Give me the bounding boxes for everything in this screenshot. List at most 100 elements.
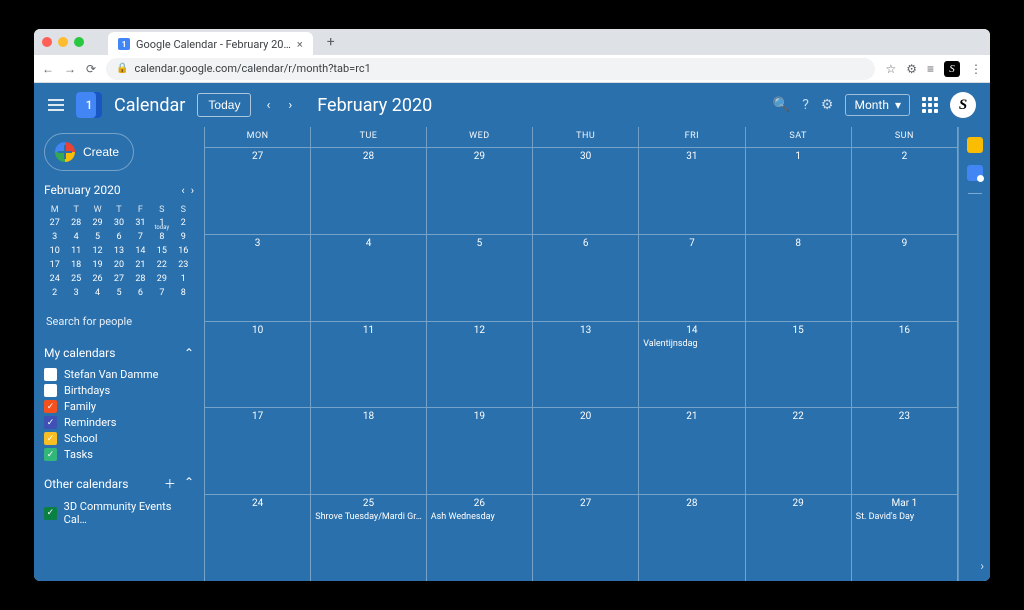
collapse-icon[interactable]: ⌃ bbox=[184, 346, 194, 360]
view-selector[interactable]: Month ▾ bbox=[845, 94, 910, 116]
event[interactable]: Ash Wednesday bbox=[431, 512, 528, 522]
day-cell[interactable]: 9 bbox=[852, 234, 958, 321]
calendar-item[interactable]: Birthdays bbox=[44, 384, 194, 397]
day-cell[interactable]: 16 bbox=[852, 321, 958, 408]
mini-day[interactable]: 4 bbox=[65, 231, 86, 243]
day-cell[interactable]: 4 bbox=[311, 234, 427, 321]
extension-s-icon[interactable]: S bbox=[944, 61, 960, 77]
calendar-item[interactable]: Tasks bbox=[44, 448, 194, 461]
day-cell[interactable]: 12 bbox=[427, 321, 533, 408]
mini-day[interactable]: 22 bbox=[151, 259, 172, 271]
calendar-item[interactable]: Family bbox=[44, 400, 194, 413]
mini-day[interactable]: 1 bbox=[173, 273, 194, 285]
mini-day[interactable]: 23 bbox=[173, 259, 194, 271]
mini-day[interactable]: 3 bbox=[65, 287, 86, 299]
prev-month-button[interactable]: ‹ bbox=[263, 98, 273, 113]
mini-day[interactable]: 29 bbox=[87, 217, 108, 229]
window-close-icon[interactable] bbox=[42, 37, 52, 47]
day-cell[interactable]: 21 bbox=[639, 407, 745, 494]
day-cell[interactable]: 11 bbox=[311, 321, 427, 408]
day-cell[interactable]: 28 bbox=[639, 494, 745, 581]
day-cell[interactable]: 17 bbox=[205, 407, 311, 494]
tasks-icon[interactable] bbox=[967, 165, 983, 181]
day-cell[interactable]: 26Ash Wednesday bbox=[427, 494, 533, 581]
keep-icon[interactable] bbox=[967, 137, 983, 153]
calendar-checkbox[interactable] bbox=[44, 368, 57, 381]
mini-day[interactable]: 25 bbox=[65, 273, 86, 285]
mini-day[interactable]: 3 bbox=[44, 231, 65, 243]
mini-day[interactable]: 2 bbox=[173, 217, 194, 229]
mini-calendar[interactable]: MTWTFSS272829303112345678910111213141516… bbox=[44, 205, 194, 299]
day-cell[interactable]: 7 bbox=[639, 234, 745, 321]
day-cell[interactable]: 24 bbox=[205, 494, 311, 581]
day-cell[interactable]: 25Shrove Tuesday/Mardi Gr… bbox=[311, 494, 427, 581]
mini-day[interactable]: 28 bbox=[130, 273, 151, 285]
address-bar[interactable]: 🔒 calendar.google.com/calendar/r/month?t… bbox=[106, 58, 875, 80]
create-button[interactable]: Create bbox=[44, 133, 134, 171]
mini-day[interactable]: 31 bbox=[130, 217, 151, 229]
browser-tab[interactable]: 1 Google Calendar - February 20… × bbox=[108, 32, 313, 56]
mini-day[interactable]: 20 bbox=[108, 259, 129, 271]
mini-day[interactable]: 21 bbox=[130, 259, 151, 271]
google-apps-icon[interactable] bbox=[922, 97, 938, 113]
mini-day[interactable]: 5 bbox=[87, 231, 108, 243]
mini-day[interactable]: 24 bbox=[44, 273, 65, 285]
calendar-checkbox[interactable] bbox=[44, 448, 57, 461]
day-cell[interactable]: 27 bbox=[533, 494, 639, 581]
day-cell[interactable]: 22 bbox=[746, 407, 852, 494]
calendar-item[interactable]: Stefan Van Damme bbox=[44, 368, 194, 381]
reload-button[interactable]: ⟳ bbox=[86, 62, 96, 76]
window-minimize-icon[interactable] bbox=[58, 37, 68, 47]
mini-day[interactable]: 14 bbox=[130, 245, 151, 257]
calendar-checkbox[interactable] bbox=[44, 507, 57, 520]
side-panel-toggle[interactable]: › bbox=[980, 559, 984, 573]
mini-day[interactable]: 27 bbox=[108, 273, 129, 285]
mini-day[interactable]: 17 bbox=[44, 259, 65, 271]
equalizer-icon[interactable]: ≡ bbox=[927, 62, 934, 76]
day-cell[interactable]: 1 bbox=[746, 147, 852, 234]
day-cell[interactable]: 29 bbox=[746, 494, 852, 581]
forward-button[interactable]: → bbox=[64, 62, 76, 76]
chrome-menu-icon[interactable]: ⋮ bbox=[970, 62, 982, 76]
mini-day[interactable]: 8 bbox=[151, 231, 172, 243]
day-cell[interactable]: 10 bbox=[205, 321, 311, 408]
mini-day[interactable]: 7 bbox=[130, 231, 151, 243]
mini-day[interactable]: 29 bbox=[151, 273, 172, 285]
calendar-checkbox[interactable] bbox=[44, 384, 57, 397]
back-button[interactable]: ← bbox=[42, 62, 54, 76]
mini-day[interactable]: 4 bbox=[87, 287, 108, 299]
today-button[interactable]: Today bbox=[197, 93, 251, 117]
calendar-item[interactable]: 3D Community Events Cal… bbox=[44, 500, 194, 526]
mini-day[interactable]: 8 bbox=[173, 287, 194, 299]
mini-day[interactable]: 30 bbox=[108, 217, 129, 229]
mini-day[interactable]: 15 bbox=[151, 245, 172, 257]
day-cell[interactable]: 13 bbox=[533, 321, 639, 408]
day-cell[interactable]: 8 bbox=[746, 234, 852, 321]
my-calendars-header[interactable]: My calendars ⌃ bbox=[44, 346, 194, 360]
day-cell[interactable]: 23 bbox=[852, 407, 958, 494]
next-month-button[interactable]: › bbox=[285, 98, 295, 113]
event[interactable]: Valentijnsdag bbox=[643, 339, 740, 349]
mini-day[interactable]: 12 bbox=[87, 245, 108, 257]
day-cell[interactable]: 30 bbox=[533, 147, 639, 234]
day-cell[interactable]: 18 bbox=[311, 407, 427, 494]
other-calendars-header[interactable]: Other calendars ＋ ⌃ bbox=[44, 475, 194, 492]
day-cell[interactable]: 28 bbox=[311, 147, 427, 234]
window-maximize-icon[interactable] bbox=[74, 37, 84, 47]
mini-day[interactable]: 18 bbox=[65, 259, 86, 271]
day-cell[interactable]: 5 bbox=[427, 234, 533, 321]
day-cell[interactable]: 29 bbox=[427, 147, 533, 234]
event[interactable]: St. David's Day bbox=[856, 512, 953, 522]
day-cell[interactable]: 2 bbox=[852, 147, 958, 234]
collapse-icon[interactable]: ⌃ bbox=[184, 475, 194, 492]
day-cell[interactable]: 20 bbox=[533, 407, 639, 494]
day-cell[interactable]: Mar 1St. David's Day bbox=[852, 494, 958, 581]
day-cell[interactable]: 6 bbox=[533, 234, 639, 321]
account-avatar[interactable]: S bbox=[950, 92, 976, 118]
day-cell[interactable]: 14Valentijnsdag bbox=[639, 321, 745, 408]
mini-day[interactable]: 19 bbox=[87, 259, 108, 271]
mini-day[interactable]: 10 bbox=[44, 245, 65, 257]
star-icon[interactable]: ☆ bbox=[885, 62, 896, 76]
mini-day[interactable]: 1 bbox=[151, 217, 172, 229]
mini-day[interactable]: 28 bbox=[65, 217, 86, 229]
